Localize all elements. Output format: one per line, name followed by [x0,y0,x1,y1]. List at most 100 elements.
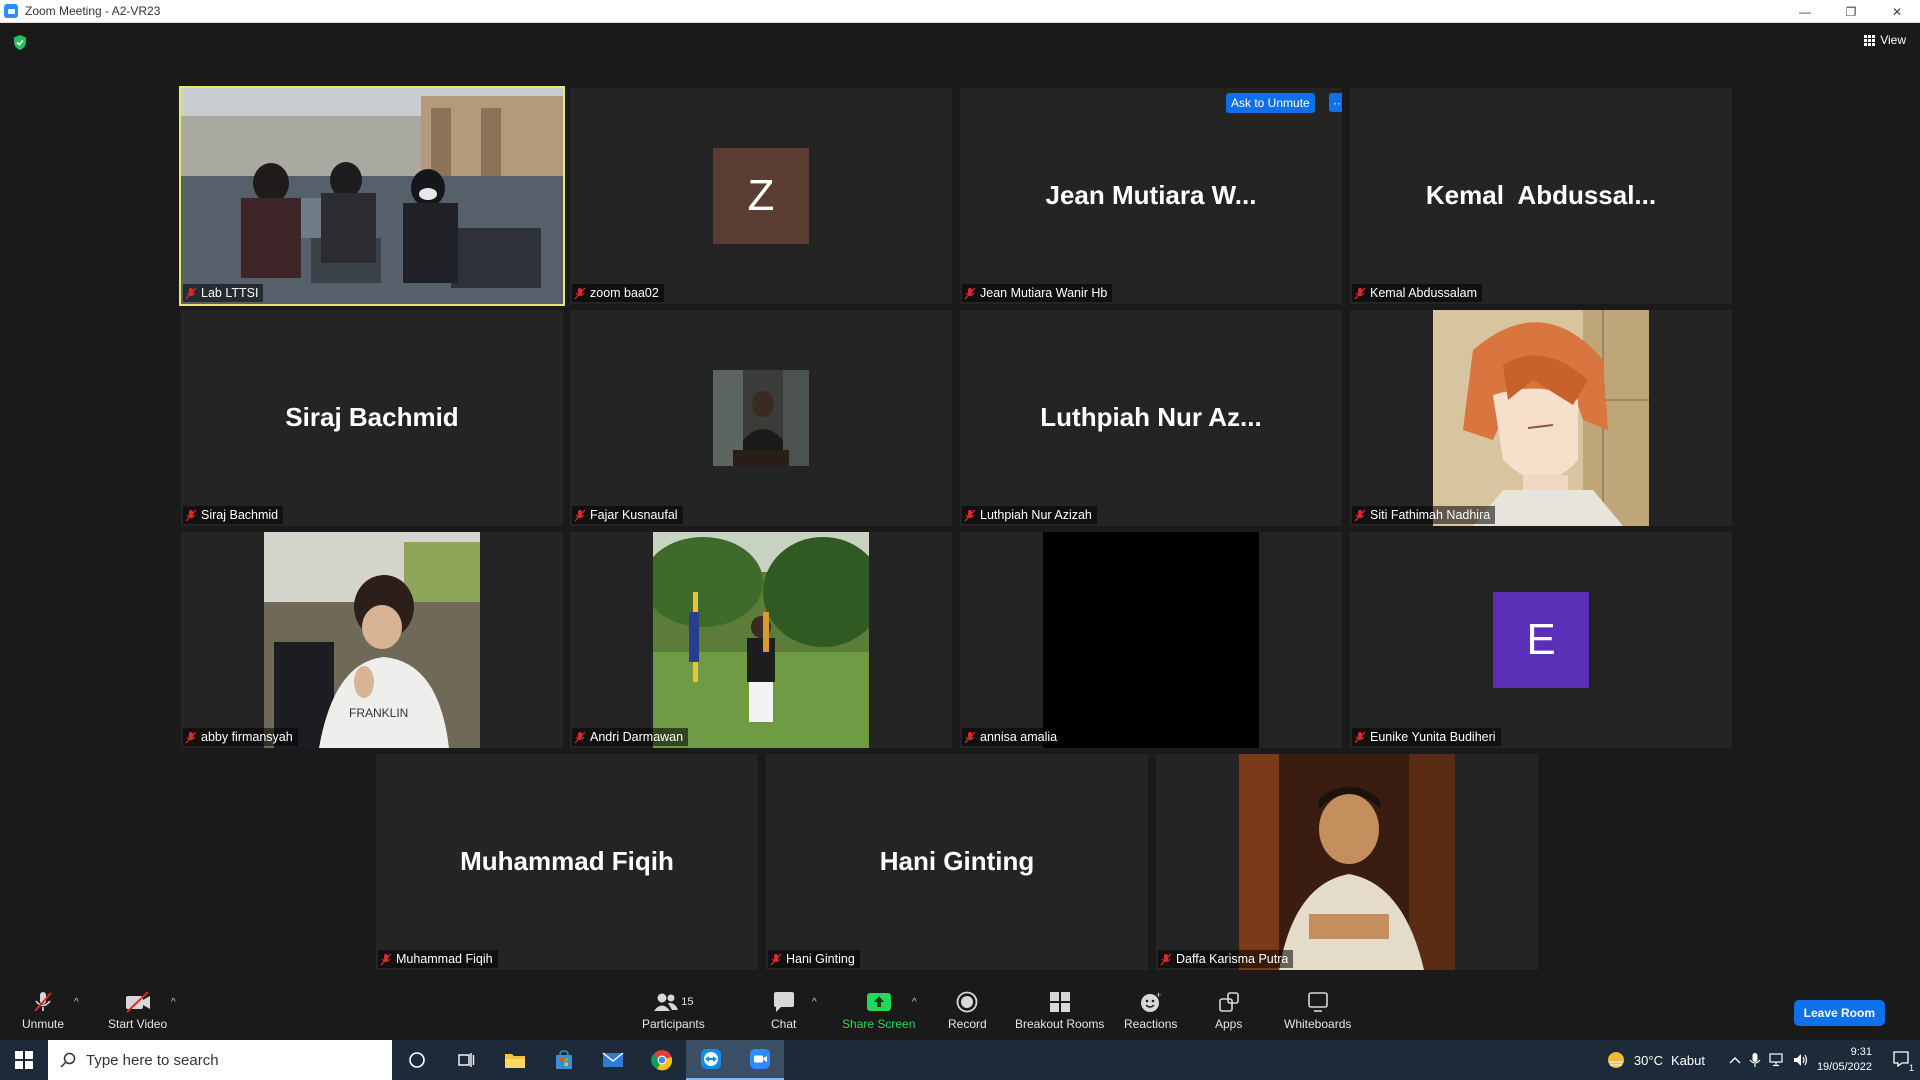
participant-tile[interactable]: Lab LTTSI [179,86,565,306]
participant-name-label: Muhammad Fiqih [378,950,498,968]
muted-mic-icon [1160,953,1172,965]
start-button[interactable] [0,1040,48,1080]
participant-tile[interactable]: Muhammad Fiqih Muhammad Fiqih [376,754,758,970]
svg-text:FRANKLIN: FRANKLIN [349,706,408,720]
participant-name-label: Luthpiah Nur Azizah [962,506,1097,524]
reactions-label: Reactions [1124,1017,1178,1031]
participant-name-label: annisa amalia [962,728,1063,746]
share-screen-button[interactable]: Share Screen [842,990,915,1031]
participant-tile[interactable]: Hani Ginting Hani Ginting [766,754,1148,970]
whiteboards-label: Whiteboards [1284,1017,1352,1031]
muted-mic-icon [964,509,976,521]
participant-name: Siraj Bachmid [201,508,279,522]
muted-mic-icon [185,509,197,521]
notification-icon [1893,1050,1909,1067]
avatar: Z [713,148,809,244]
taskbar-clock[interactable]: 9:31 19/05/2022 [1817,1045,1872,1075]
meeting-toolbar: Unmute ^ Start Video ^ 15 Participants C… [0,980,1920,1040]
grid-view-icon [1864,34,1876,46]
breakout-rooms-icon [1049,992,1070,1012]
meeting-area: View Lab LTTSI Z zoom baa02 Jean Mutiara… [0,23,1920,980]
record-icon [956,991,978,1013]
unmute-button[interactable]: Unmute [22,990,64,1031]
participants-button[interactable]: 15 Participants [642,990,705,1031]
chat-bubble-icon [773,992,794,1012]
muted-mic-icon [185,287,197,299]
video-options-caret[interactable]: ^ [171,997,176,1008]
participants-icon [654,993,679,1011]
participant-tile[interactable]: Andri Darmawan [570,532,952,748]
participant-name: Kemal Abdussalam [1370,286,1478,300]
participants-count: 15 [681,996,694,1008]
restore-button[interactable]: ❐ [1828,0,1874,23]
weather-fog-icon[interactable] [1606,1050,1626,1070]
chrome-button[interactable] [637,1040,686,1080]
participant-name-label: abby firmansyah [183,728,298,746]
start-video-button[interactable]: Start Video [108,990,167,1031]
participant-name: Eunike Yunita Budiheri [1370,730,1496,744]
participant-tile[interactable]: Fajar Kusnaufal [570,310,952,526]
cortana-button[interactable] [392,1040,441,1080]
notification-center-button[interactable]: 1 [1892,1050,1914,1073]
unmute-label: Unmute [22,1017,65,1031]
participant-name-label: zoom baa02 [572,284,664,302]
zoom-app-icon [4,4,18,18]
security-shield-icon[interactable] [12,34,28,51]
participant-tile[interactable]: Daffa Karisma Putra [1156,754,1538,970]
muted-mic-icon [964,731,976,743]
participant-tile[interactable]: Siraj Bachmid Siraj Bachmid [181,310,563,526]
video-off-icon [125,991,150,1013]
svg-text:+: + [1156,991,1161,1000]
ask-to-unmute-button[interactable]: Ask to Unmute [1226,93,1315,113]
chat-button[interactable]: Chat [771,990,796,1031]
file-explorer-button[interactable] [490,1040,539,1080]
participant-tile[interactable]: Kemal Abdussal... Kemal Abdussalam [1350,88,1732,304]
show-hidden-icons-chevron-icon[interactable] [1729,1055,1741,1065]
microphone-icon[interactable] [1749,1052,1761,1068]
participant-name-label: Lab LTTSI [183,284,264,302]
apps-button[interactable]: Apps [1215,990,1242,1031]
participant-tile[interactable]: annisa amalia [960,532,1342,748]
chrome-icon [650,1050,672,1071]
mail-button[interactable] [588,1040,637,1080]
participant-tile[interactable]: Jean Mutiara W... Ask to Unmute ··· Jean… [960,88,1342,304]
record-button[interactable]: Record [948,990,987,1031]
close-button[interactable]: ✕ [1874,0,1920,23]
share-options-caret[interactable]: ^ [912,997,917,1008]
weather-temperature[interactable]: 30°C [1634,1053,1663,1068]
microsoft-store-button[interactable] [539,1040,588,1080]
weather-description[interactable]: Kabut [1671,1053,1705,1068]
system-tray: 30°C Kabut 9:31 19/05/2022 1 [1606,1040,1920,1080]
leave-room-button[interactable]: Leave Room [1793,1000,1885,1026]
participant-tile[interactable]: Luthpiah Nur Az... Luthpiah Nur Azizah [960,310,1342,526]
audio-options-caret[interactable]: ^ [74,997,79,1008]
volume-icon[interactable] [1793,1053,1809,1067]
apps-label: Apps [1215,1017,1243,1031]
teamviewer-button[interactable] [686,1040,735,1080]
participant-name: annisa amalia [980,730,1058,744]
reactions-button[interactable]: + Reactions [1124,990,1177,1031]
breakout-rooms-button[interactable]: Breakout Rooms [1015,990,1104,1031]
minimize-button[interactable]: — [1782,0,1828,23]
taskbar-search-box[interactable]: Type here to search [48,1040,392,1080]
whiteboard-icon [1307,992,1328,1012]
participant-name: Fajar Kusnaufal [590,508,678,522]
participant-name-label: Fajar Kusnaufal [572,506,683,524]
participant-tile[interactable]: E Eunike Yunita Budiheri [1350,532,1732,748]
task-view-icon [457,1053,474,1067]
search-placeholder: Type here to search [86,1051,219,1069]
chat-options-caret[interactable]: ^ [812,997,817,1008]
title-bar: Zoom Meeting - A2-VR23 — ❐ ✕ [0,0,1920,23]
participant-tile[interactable]: Siti Fathimah Nadhira [1350,310,1732,526]
network-icon[interactable] [1769,1053,1785,1067]
participant-tile[interactable]: FRANKLIN abby firmansyah [181,532,563,748]
task-view-button[interactable] [441,1040,490,1080]
participant-name: Hani Ginting [786,952,855,966]
whiteboards-button[interactable]: Whiteboards [1284,990,1351,1031]
zoom-taskbar-button[interactable] [735,1040,784,1080]
more-options-button[interactable]: ··· [1329,93,1342,112]
view-button[interactable]: View [1864,33,1906,47]
participant-tile[interactable]: Z zoom baa02 [570,88,952,304]
participant-name: Lab LTTSI [201,286,259,300]
participant-display-name: Siraj Bachmid [285,402,459,432]
